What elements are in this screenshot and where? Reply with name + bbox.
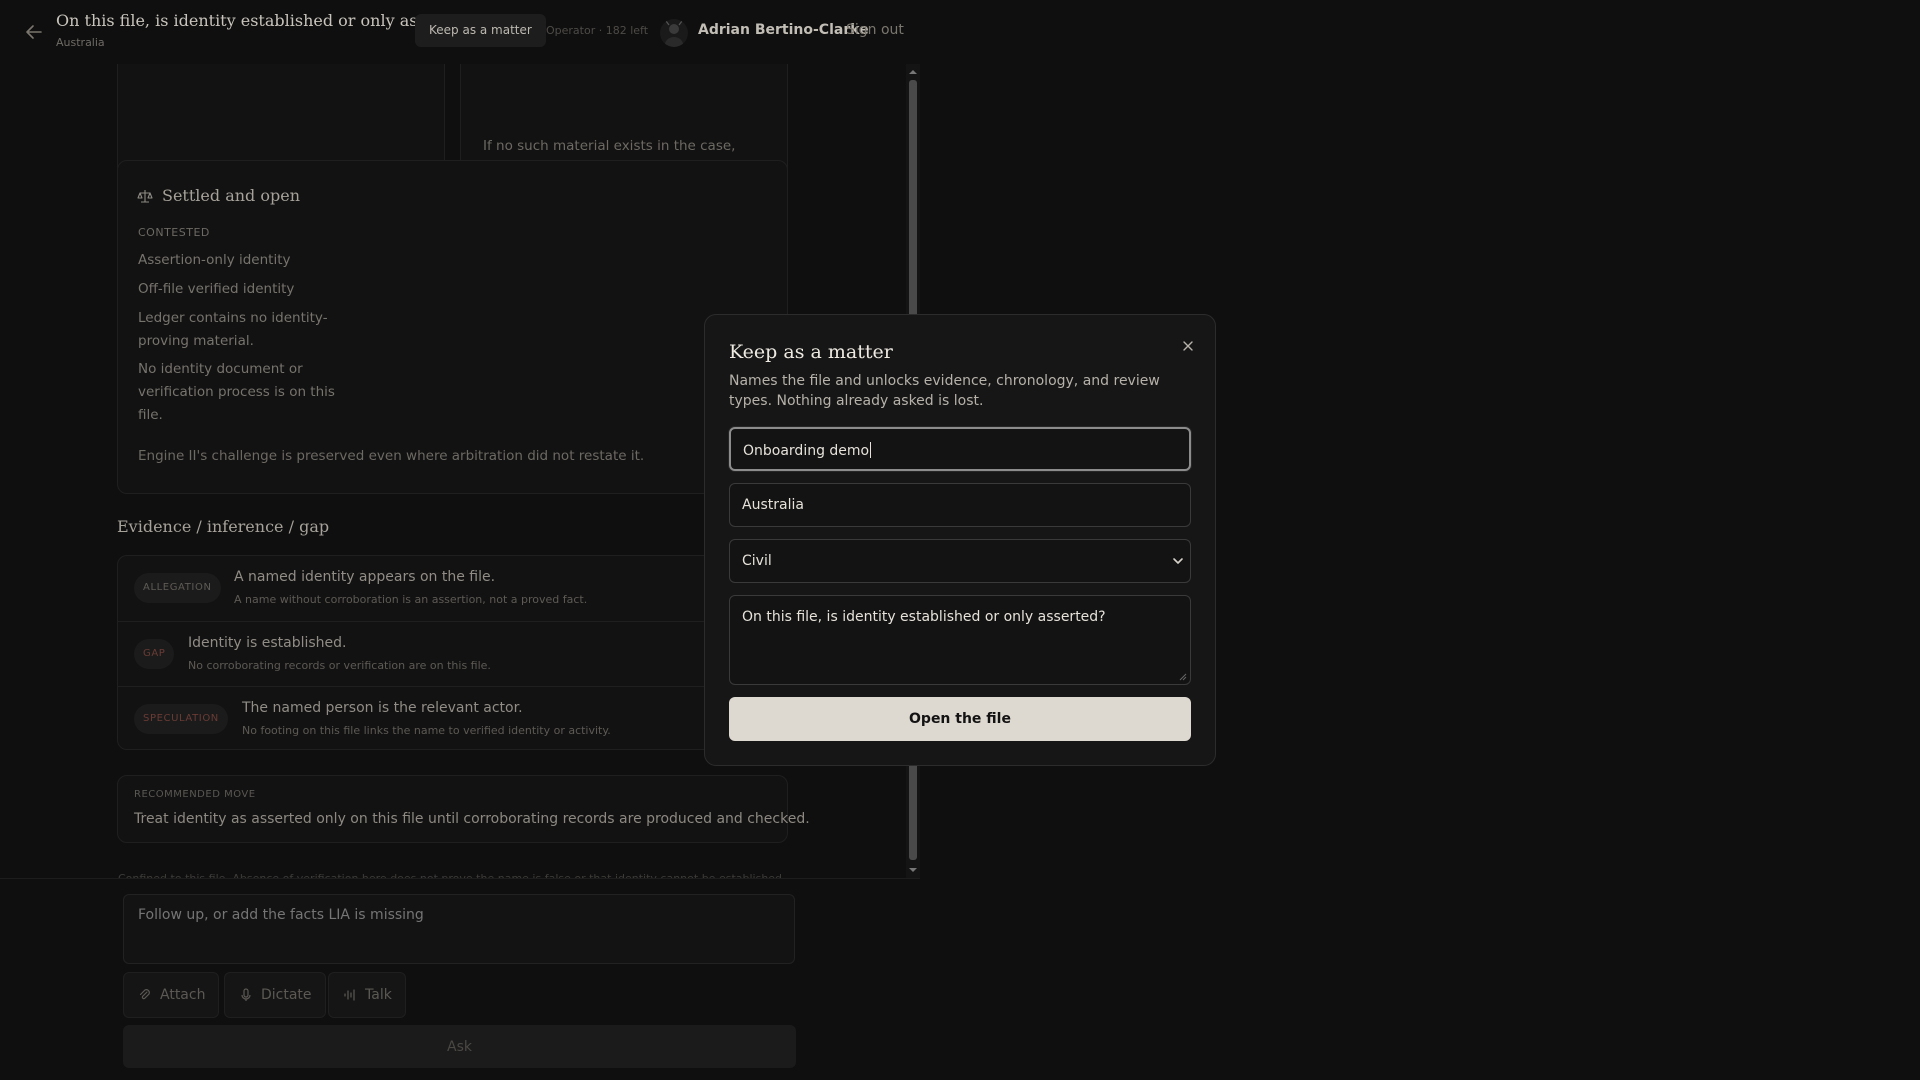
dictate-label: Dictate <box>261 987 312 1003</box>
evidence-sub: No footing on this file links the name t… <box>242 724 611 737</box>
open-the-file-button[interactable]: Open the file <box>729 697 1191 741</box>
dialog-description: Names the file and unlocks evidence, chr… <box>729 373 1160 409</box>
attach-label: Attach <box>160 987 206 1003</box>
attach-button[interactable]: Attach <box>123 972 220 1018</box>
evidence-row: ALLEGATION A named identity appears on t… <box>118 556 788 620</box>
avatar[interactable] <box>660 19 688 47</box>
scales-icon <box>137 190 153 203</box>
close-icon[interactable] <box>1179 337 1197 355</box>
matter-type-value: Civil <box>742 553 772 569</box>
settled-open-title: Settled and open <box>162 186 301 205</box>
user-name: Adrian Bertino-Clarke <box>698 22 869 38</box>
back-arrow-icon[interactable] <box>22 20 46 44</box>
speculation-tag: SPECULATION <box>134 704 228 734</box>
evidence-sub: No corroborating records or verification… <box>188 659 491 672</box>
microphone-icon <box>241 988 251 1001</box>
evidence-row: SPECULATION The named person is the rele… <box>118 686 788 750</box>
talk-label: Talk <box>365 987 392 1003</box>
text-caret <box>870 442 872 458</box>
page-jurisdiction: Australia <box>56 36 105 49</box>
question-value: On this file, is identity established or… <box>742 609 1106 625</box>
evidence-section-title: Evidence / inference / gap <box>117 517 330 536</box>
matter-name-field[interactable]: Onboarding demo <box>729 427 1191 471</box>
matter-type-select[interactable]: Civil <box>729 539 1191 583</box>
recommended-text: Treat identity as asserted only on this … <box>134 811 810 827</box>
resize-grip-icon[interactable] <box>1179 673 1187 681</box>
sign-out-link[interactable]: Sign out <box>846 22 904 38</box>
top-bar: On this file, is identity established or… <box>0 0 1920 64</box>
chevron-down-icon <box>1173 558 1183 564</box>
evidence-sub: A name without corroboration is an asser… <box>234 593 588 606</box>
paperclip-icon <box>139 989 150 1000</box>
jurisdiction-value: Australia <box>742 497 804 513</box>
contested-label: CONTESTED <box>138 226 210 239</box>
evidence-text: The named person is the relevant actor. <box>242 700 523 716</box>
allegation-tag: ALLEGATION <box>134 573 221 603</box>
question-field[interactable]: On this file, is identity established or… <box>729 595 1191 685</box>
ask-button[interactable]: Ask <box>123 1025 796 1068</box>
follow-up-input[interactable] <box>123 894 795 964</box>
composer: Attach Dictate Talk Ask <box>0 878 920 1080</box>
jurisdiction-field[interactable]: Australia <box>729 483 1191 527</box>
keep-as-matter-button[interactable]: Keep as a matter <box>415 14 546 47</box>
recommended-label: RECOMMENDED MOVE <box>134 789 256 800</box>
scroll-down-icon[interactable] <box>908 866 918 874</box>
gap-tag: GAP <box>134 639 175 669</box>
talk-button[interactable]: Talk <box>328 972 406 1018</box>
dialog-title: Keep as a matter <box>729 341 893 363</box>
dictate-button[interactable]: Dictate <box>224 972 326 1018</box>
matter-name-value: Onboarding demo <box>743 443 870 459</box>
waveform-icon <box>344 989 355 1001</box>
engine-note: Engine II's challenge is preserved even … <box>138 448 645 464</box>
evidence-text: A named identity appears on the file. <box>234 569 496 585</box>
operator-status: Operator · 182 left <box>546 24 649 37</box>
contested-item: Off-file verified identity <box>138 281 295 297</box>
scroll-up-icon[interactable] <box>908 68 918 76</box>
recommended-move-card <box>117 775 788 843</box>
contested-item: Assertion-only identity <box>138 252 291 268</box>
contested-item: No identity document or verification pro… <box>138 361 335 423</box>
evidence-text: Identity is established. <box>188 635 347 651</box>
keep-as-matter-dialog: Keep as a matter Names the file and unlo… <box>704 314 1216 766</box>
evidence-row: GAP Identity is established. No corrobor… <box>118 621 788 685</box>
contested-item: Ledger contains no identity-proving mate… <box>138 310 328 349</box>
